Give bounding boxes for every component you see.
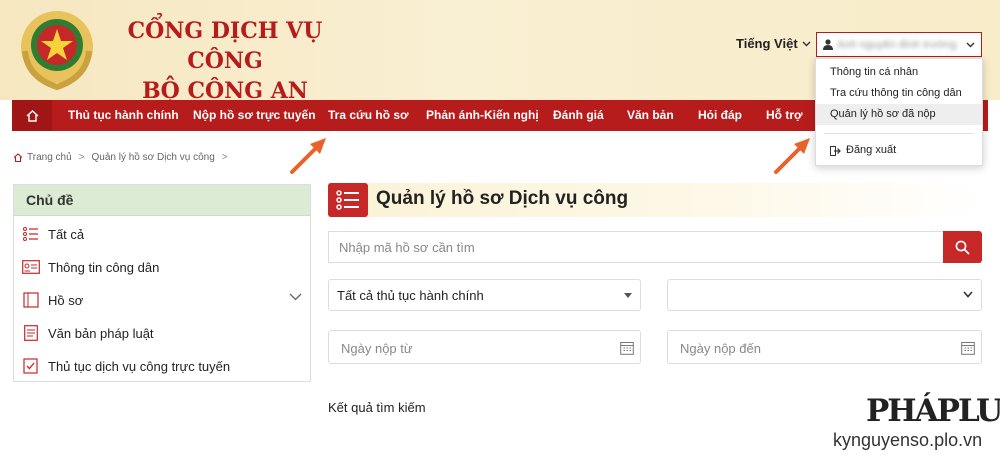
search-icon [955, 240, 970, 255]
user-name: Ánh nguyễn đình trường [837, 38, 957, 51]
date-from-placeholder: Ngày nộp từ [341, 341, 413, 356]
sidebar-item-citizen-info[interactable]: Thông tin công dân [14, 254, 310, 280]
list-icon [23, 227, 38, 241]
nav-item-lookup[interactable]: Tra cứu hồ sơ [328, 100, 409, 131]
menu-item-citizen-lookup[interactable]: Tra cứu thông tin công dân [816, 83, 982, 104]
nav-item-support[interactable]: Hỗ trợ [766, 100, 803, 131]
chevron-down-icon [802, 41, 811, 46]
sidebar-item-online-services[interactable]: Thủ tục dịch vụ công trực tuyến [14, 353, 310, 379]
sidebar-item-all[interactable]: Tất cả [14, 221, 310, 247]
logout-icon [830, 145, 841, 156]
calendar-icon[interactable] [620, 341, 634, 355]
nav-item-documents[interactable]: Văn bản [627, 100, 674, 131]
search-button[interactable] [943, 231, 982, 263]
sidebar-heading: Chủ đề [14, 185, 310, 216]
site-title: CỔNG DỊCH VỤ CÔNG BỘ CÔNG AN [115, 16, 335, 106]
home-icon [13, 153, 23, 162]
menu-item-personal-info[interactable]: Thông tin cá nhân [816, 62, 982, 83]
nav-item-procedures[interactable]: Thủ tục hành chính [68, 100, 179, 131]
secondary-select[interactable] [667, 279, 982, 311]
nav-home-button[interactable] [12, 100, 52, 131]
nav-item-faq[interactable]: Hỏi đáp [698, 100, 742, 131]
chevron-down-icon[interactable] [289, 293, 302, 301]
id-card-icon [22, 260, 40, 274]
police-emblem-logo[interactable] [15, 7, 99, 91]
calendar-icon[interactable] [961, 341, 975, 355]
date-to-field[interactable]: Ngày nộp đến [667, 330, 982, 364]
annotation-arrow-icon [774, 138, 810, 174]
user-dropdown-menu: Thông tin cá nhân Tra cứu thông tin công… [815, 58, 983, 166]
breadcrumb-separator: > [221, 152, 228, 163]
list-icon [328, 183, 368, 217]
procedure-select-value: Tất cả thủ tục hành chính [337, 288, 484, 303]
watermark-brand: PHÁPLUẬT [866, 393, 1000, 429]
folder-icon [23, 292, 39, 308]
sidebar-item-label: Hồ sơ [48, 292, 84, 308]
procedure-select[interactable]: Tất cả thủ tục hành chính [328, 279, 641, 311]
language-selector[interactable]: Tiếng Việt [736, 36, 811, 51]
sidebar-item-label: Thủ tục dịch vụ công trực tuyến [48, 358, 231, 374]
breadcrumb-current[interactable]: Quản lý hồ sơ Dịch vụ công [92, 152, 215, 163]
nav-item-evaluation[interactable]: Đánh giá [553, 100, 604, 131]
breadcrumb-home[interactable]: Trang chủ [27, 152, 72, 163]
checklist-icon [23, 358, 38, 374]
site-title-line1: CỔNG DỊCH VỤ CÔNG [127, 18, 323, 74]
sidebar-item-records[interactable]: Hồ sơ [14, 287, 310, 313]
search-results-label: Kết quả tìm kiếm [328, 400, 426, 415]
home-icon [26, 109, 38, 122]
menu-divider [824, 133, 974, 134]
logout-label: Đăng xuất [846, 144, 897, 156]
nav-item-feedback[interactable]: Phản ánh-Kiến nghị [426, 100, 539, 131]
menu-item-logout[interactable]: Đăng xuất [816, 140, 982, 161]
breadcrumb: Trang chủ > Quản lý hồ sơ Dịch vụ công > [13, 152, 231, 163]
date-to-placeholder: Ngày nộp đến [680, 341, 761, 356]
nav-item-online-submission[interactable]: Nộp hồ sơ trực tuyến [193, 100, 316, 131]
page-title-bar: Quản lý hồ sơ Dịch vụ công [328, 183, 983, 217]
sidebar-item-label: Thông tin công dân [48, 259, 160, 275]
language-label: Tiếng Việt [736, 36, 798, 51]
user-menu-toggle[interactable]: Ánh nguyễn đình trường [816, 32, 982, 57]
chevron-down-icon [966, 42, 975, 47]
record-code-search-input[interactable] [328, 231, 943, 263]
page-title: Quản lý hồ sơ Dịch vụ công [376, 188, 629, 209]
user-icon [823, 39, 833, 50]
sidebar-item-label: Văn bản pháp luật [48, 325, 154, 341]
topic-sidebar: Chủ đề Tất cả Thông tin công dân Hồ sơ V… [13, 184, 311, 382]
breadcrumb-separator: > [78, 152, 85, 163]
watermark-url: kynguyenso.plo.vn [833, 430, 983, 450]
document-icon [24, 325, 38, 341]
sidebar-item-legal-documents[interactable]: Văn bản pháp luật [14, 320, 310, 346]
caret-down-icon [624, 293, 632, 298]
sidebar-item-label: Tất cả [48, 226, 85, 242]
date-from-field[interactable]: Ngày nộp từ [328, 330, 641, 364]
annotation-arrow-icon [290, 138, 326, 174]
chevron-down-icon [963, 291, 973, 298]
menu-item-submitted-records[interactable]: Quản lý hồ sơ đã nộp [816, 104, 982, 125]
